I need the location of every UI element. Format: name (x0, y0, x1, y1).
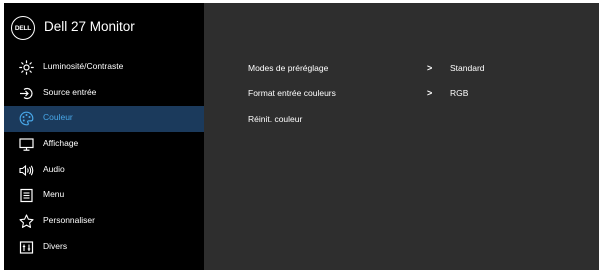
menu-item-label: Menu (43, 189, 65, 200)
monitor-title: Dell 27 Monitor (44, 19, 135, 34)
submenu-item-preset-modes[interactable]: Modes de préréglage > Standard (204, 63, 599, 89)
menu-item-brightness-contrast[interactable]: Luminosité/Contraste (4, 55, 204, 81)
menu-item-label: Affichage (43, 138, 79, 149)
menu-item-color[interactable]: Couleur (4, 106, 204, 133)
menu-item-label: Personnaliser (43, 215, 95, 226)
submenu-item-value: Standard (450, 63, 485, 73)
menu-item-personalize[interactable]: Personnaliser (4, 209, 204, 235)
submenu-item-label: Format entrée couleurs (248, 88, 336, 98)
menu-item-label: Audio (43, 163, 65, 174)
submenu-item-value: RGB (450, 88, 469, 98)
submenu-item-label: Réinit. couleur (248, 114, 303, 124)
monitor-icon (19, 137, 34, 152)
chevron-right-icon: > (427, 88, 433, 98)
menu-item-label: Luminosité/Contraste (43, 61, 124, 71)
settings-icon (19, 240, 34, 255)
menu-item-label: Couleur (43, 112, 73, 123)
submenu-item-input-color-format[interactable]: Format entrée couleurs > RGB (204, 88, 599, 114)
palette-icon (19, 111, 34, 126)
submenu-item-reset-color[interactable]: Réinit. couleur (204, 114, 599, 140)
menu-item-display[interactable]: Affichage (4, 132, 204, 158)
dell-logo: DELL (11, 16, 35, 40)
menu-item-label: Source entrée (43, 86, 97, 97)
brightness-icon (19, 60, 34, 75)
osd-header: DELL Dell 27 Monitor (4, 3, 204, 55)
menu-icon (19, 188, 34, 203)
submenu-panel: Modes de préréglage > Standard Format en… (204, 3, 599, 270)
main-menu: Luminosité/Contraste Source entrée Coule… (4, 55, 204, 261)
menu-item-label: Divers (43, 240, 68, 251)
menu-item-menu[interactable]: Menu (4, 183, 204, 209)
star-icon (19, 214, 34, 229)
monitor-osd: DELL Dell 27 Monitor Luminosité/Contrast… (4, 3, 599, 270)
input-source-icon (19, 86, 34, 101)
menu-item-input-source[interactable]: Source entrée (4, 81, 204, 107)
speaker-icon (19, 163, 34, 178)
menu-item-others[interactable]: Divers (4, 235, 204, 261)
menu-item-audio[interactable]: Audio (4, 158, 204, 184)
sidebar: DELL Dell 27 Monitor Luminosité/Contrast… (4, 3, 204, 270)
submenu-item-label: Modes de préréglage (248, 63, 329, 73)
chevron-right-icon: > (427, 63, 433, 73)
